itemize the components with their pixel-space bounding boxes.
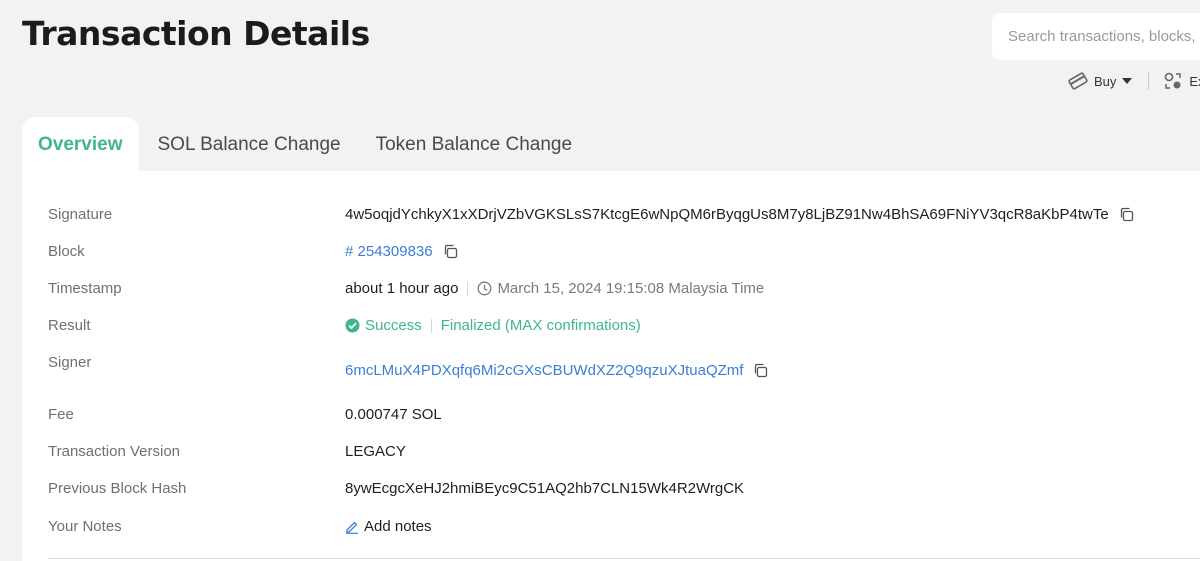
add-notes-button[interactable]: Add notes — [345, 518, 432, 535]
search-input[interactable] — [992, 13, 1200, 60]
notes-label: Your Notes — [48, 518, 122, 535]
exchange-label: Exchange — [1189, 73, 1200, 89]
exchange-icon — [1163, 71, 1183, 91]
signature-row: Signature 4w5oqjdYchkyX1xXDrjVZbVGKSLsS7… — [48, 206, 1200, 223]
section-divider — [48, 558, 1200, 559]
timestamp-absolute: March 15, 2024 19:15:08 Malaysia Time — [497, 280, 765, 297]
tab-token-balance-change[interactable]: Token Balance Change — [360, 117, 588, 172]
notes-row: Your Notes Add notes — [48, 518, 1200, 535]
clock-icon — [477, 281, 492, 296]
card-icon — [1068, 72, 1088, 90]
exchange-button[interactable]: Exchange — [1163, 71, 1200, 91]
prev-hash-value: 8ywEcgcXeHJ2hmiBEyc9C51AQ2hb7CLN15Wk4R2W… — [345, 480, 745, 497]
header-actions: Buy Exchange — [1068, 70, 1200, 92]
version-row: Transaction Version LEGACY — [48, 443, 1200, 460]
divider — [467, 281, 469, 296]
pencil-icon — [345, 520, 359, 534]
block-link[interactable]: # 254309836 — [345, 243, 433, 260]
fee-label: Fee — [48, 406, 74, 423]
fee-row: Fee 0.000747 SOL — [48, 406, 1200, 423]
timestamp-label: Timestamp — [48, 280, 122, 297]
actions-divider — [1148, 72, 1150, 90]
result-row: Result Success Finalized (MAX confirmati… — [48, 317, 1200, 334]
buy-label: Buy — [1094, 73, 1117, 89]
version-value: LEGACY — [345, 443, 406, 460]
fee-value: 0.000747 SOL — [345, 406, 442, 423]
block-row: Block # 254309836 — [48, 243, 1200, 260]
result-status: Success — [365, 317, 422, 334]
result-confirmation: Finalized (MAX confirmations) — [440, 317, 641, 334]
tab-overview[interactable]: Overview — [22, 117, 139, 172]
prev-hash-label: Previous Block Hash — [48, 480, 187, 497]
signature-label: Signature — [48, 206, 113, 223]
caret-down-icon — [1122, 77, 1133, 85]
divider — [430, 318, 432, 333]
signer-value-row: 6mcLMuX4PDXqfq6Mi2cGXsCBUWdXZ2Q9qzuXJtua… — [48, 362, 1200, 379]
detail-tabs: Overview SOL Balance Change Token Balanc… — [22, 117, 591, 172]
buy-button[interactable]: Buy — [1068, 72, 1133, 90]
prev-hash-row: Previous Block Hash 8ywEcgcXeHJ2hmiBEyc9… — [48, 480, 1200, 497]
copy-icon[interactable] — [443, 244, 458, 259]
signer-link[interactable]: 6mcLMuX4PDXqfq6Mi2cGXsCBUWdXZ2Q9qzuXJtua… — [345, 362, 743, 379]
timestamp-relative: about 1 hour ago — [345, 280, 459, 297]
timestamp-row: Timestamp about 1 hour ago March 15, 202… — [48, 280, 1200, 297]
version-label: Transaction Version — [48, 443, 181, 460]
signature-value: 4w5oqjdYchkyX1xXDrjVZbVGKSLsS7KtcgE6wNpQ… — [345, 206, 1109, 223]
overview-panel: Signature 4w5oqjdYchkyX1xXDrjVZbVGKSLsS7… — [22, 171, 1200, 561]
block-label: Block — [48, 243, 85, 260]
copy-icon[interactable] — [1119, 207, 1134, 222]
check-circle-icon — [345, 318, 360, 333]
tab-sol-balance-change[interactable]: SOL Balance Change — [142, 117, 357, 172]
page-title: Transaction Details — [22, 14, 370, 53]
copy-icon[interactable] — [753, 363, 768, 378]
add-notes-label: Add notes — [364, 518, 432, 535]
result-label: Result — [48, 317, 91, 334]
